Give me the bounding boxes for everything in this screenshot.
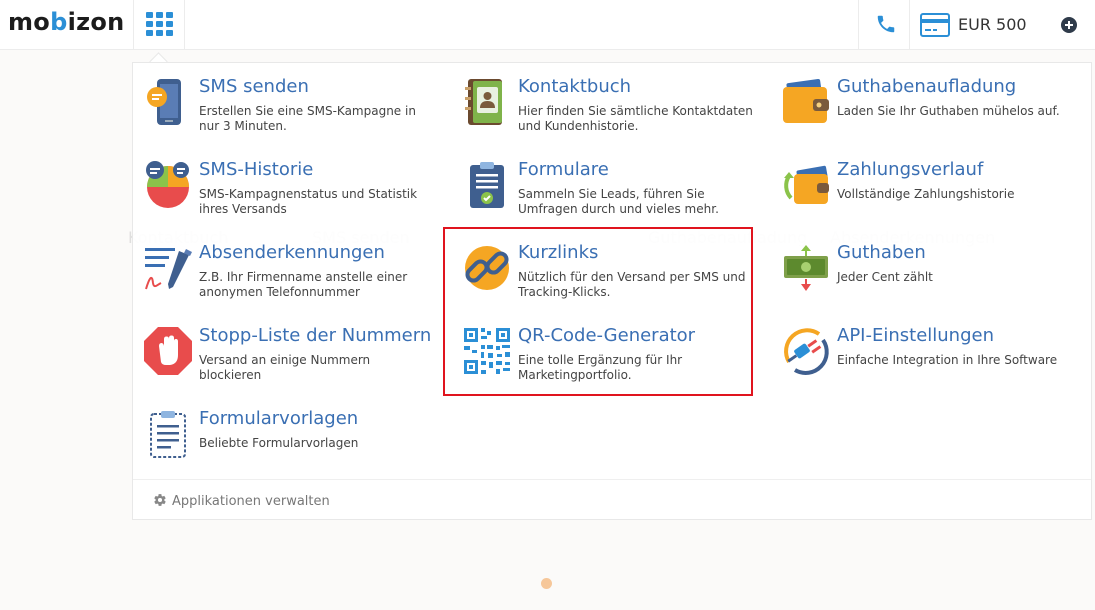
app-desc: Vollständige Zahlungshistorie — [837, 187, 1015, 201]
app-desc: SMS-Kampagnenstatus und Statistik ihres … — [199, 187, 418, 216]
manage-apps-label: Applikationen verwalten — [172, 494, 330, 509]
app-desc: Z.B. Ihr Firmenname anstelle einer anony… — [199, 270, 408, 299]
app-title: Absenderkennungen — [199, 242, 385, 263]
app-qr-code-generator[interactable]: QR-Code-Generator Eine tolle Ergänzung f… — [462, 325, 762, 396]
plus-circle-icon[interactable] — [1061, 17, 1077, 33]
app-guthabenaufladung[interactable]: Guthabenaufladung Laden Sie Ihr Guthaben… — [781, 76, 1081, 147]
app-sms-senden[interactable]: SMS senden Erstellen Sie eine SMS-Kampag… — [143, 76, 443, 147]
wallet-icon — [783, 78, 829, 123]
manage-apps-link[interactable]: Applikationen verwalten — [153, 493, 330, 509]
contact-book-icon — [465, 79, 502, 125]
money-icon — [784, 245, 828, 291]
app-title: Kontaktbuch — [518, 76, 632, 97]
gear-icon — [154, 494, 166, 506]
app-title: SMS-Historie — [199, 159, 314, 180]
app-title: Stopp-Liste der Nummern — [199, 325, 432, 346]
form-template-icon — [150, 411, 186, 458]
app-desc: Erstellen Sie eine SMS-Kampagne in nur 3… — [199, 104, 416, 133]
wallet-history-icon — [784, 165, 829, 204]
app-title: Formulare — [518, 159, 609, 180]
app-title: API-Einstellungen — [837, 325, 994, 346]
balance-amount[interactable]: EUR 500 — [958, 15, 1027, 34]
clipboard-form-icon — [470, 162, 504, 208]
app-stopp-liste[interactable]: Stopp-Liste der Nummern Versand an einig… — [143, 325, 443, 396]
app-title: Formularvorlagen — [199, 408, 359, 429]
app-desc: Versand an einige Nummern blockieren — [199, 353, 371, 382]
api-plug-icon — [784, 328, 829, 375]
top-navbar: mobizon EUR 500 — [0, 0, 1095, 50]
app-kurzlinks[interactable]: Kurzlinks Nützlich für den Versand per S… — [462, 242, 762, 313]
link-icon — [465, 246, 509, 290]
app-formulare[interactable]: Formulare Sammeln Sie Leads, führen Sie … — [462, 159, 762, 230]
stop-hand-icon — [144, 327, 192, 375]
apps-menu-button[interactable] — [133, 0, 185, 50]
app-desc: Einfache Integration in Ihre Software — [837, 353, 1058, 367]
qr-code-icon — [464, 328, 510, 374]
app-desc: Beliebte Formularvorlagen — [199, 436, 359, 450]
panel-divider — [133, 479, 1091, 480]
app-zahlungsverlauf[interactable]: Zahlungsverlauf Vollständige Zahlungshis… — [781, 159, 1081, 230]
app-desc: Sammeln Sie Leads, führen Sie Umfragen d… — [518, 187, 719, 216]
app-title: Zahlungsverlauf — [837, 159, 984, 180]
app-formularvorlagen[interactable]: Formularvorlagen Beliebte Formularvorlag… — [143, 408, 443, 479]
phone-button[interactable] — [858, 0, 910, 50]
app-desc: Hier finden Sie sämtliche Kontaktdaten u… — [518, 104, 753, 133]
signature-pen-icon — [145, 248, 192, 290]
phone-icon — [877, 15, 895, 33]
app-title: Guthabenaufladung — [837, 76, 1017, 97]
app-desc: Eine tolle Ergänzung für Ihr Marketingpo… — [518, 353, 683, 382]
app-desc: Jeder Cent zählt — [837, 270, 933, 284]
apps-dropdown-panel: SMS senden Erstellen Sie eine SMS-Kampag… — [132, 62, 1092, 520]
app-title: SMS senden — [199, 76, 309, 97]
mobizon-logo[interactable]: mobizon — [8, 8, 125, 36]
app-title: Kurzlinks — [518, 242, 599, 263]
app-guthaben[interactable]: Guthaben Jeder Cent zählt — [781, 242, 1081, 313]
grid-icon — [146, 12, 173, 36]
phone-sms-icon — [147, 79, 181, 125]
app-absenderkennungen[interactable]: Absenderkennungen Z.B. Ihr Firmenname an… — [143, 242, 443, 313]
app-desc: Nützlich für den Versand per SMS und Tra… — [518, 270, 746, 299]
app-title: Guthaben — [837, 242, 926, 263]
app-desc: Laden Sie Ihr Guthaben mühelos auf. — [837, 104, 1060, 118]
pie-chart-icon — [146, 161, 189, 208]
app-api-einstellungen[interactable]: API-Einstellungen Einfache Integration i… — [781, 325, 1081, 396]
app-sms-historie[interactable]: SMS-Historie SMS-Kampagnenstatus und Sta… — [143, 159, 443, 230]
app-title: QR-Code-Generator — [518, 325, 696, 346]
credit-card-icon[interactable] — [920, 13, 950, 37]
loading-dot — [541, 578, 552, 589]
app-kontaktbuch[interactable]: Kontaktbuch Hier finden Sie sämtliche Ko… — [462, 76, 762, 147]
